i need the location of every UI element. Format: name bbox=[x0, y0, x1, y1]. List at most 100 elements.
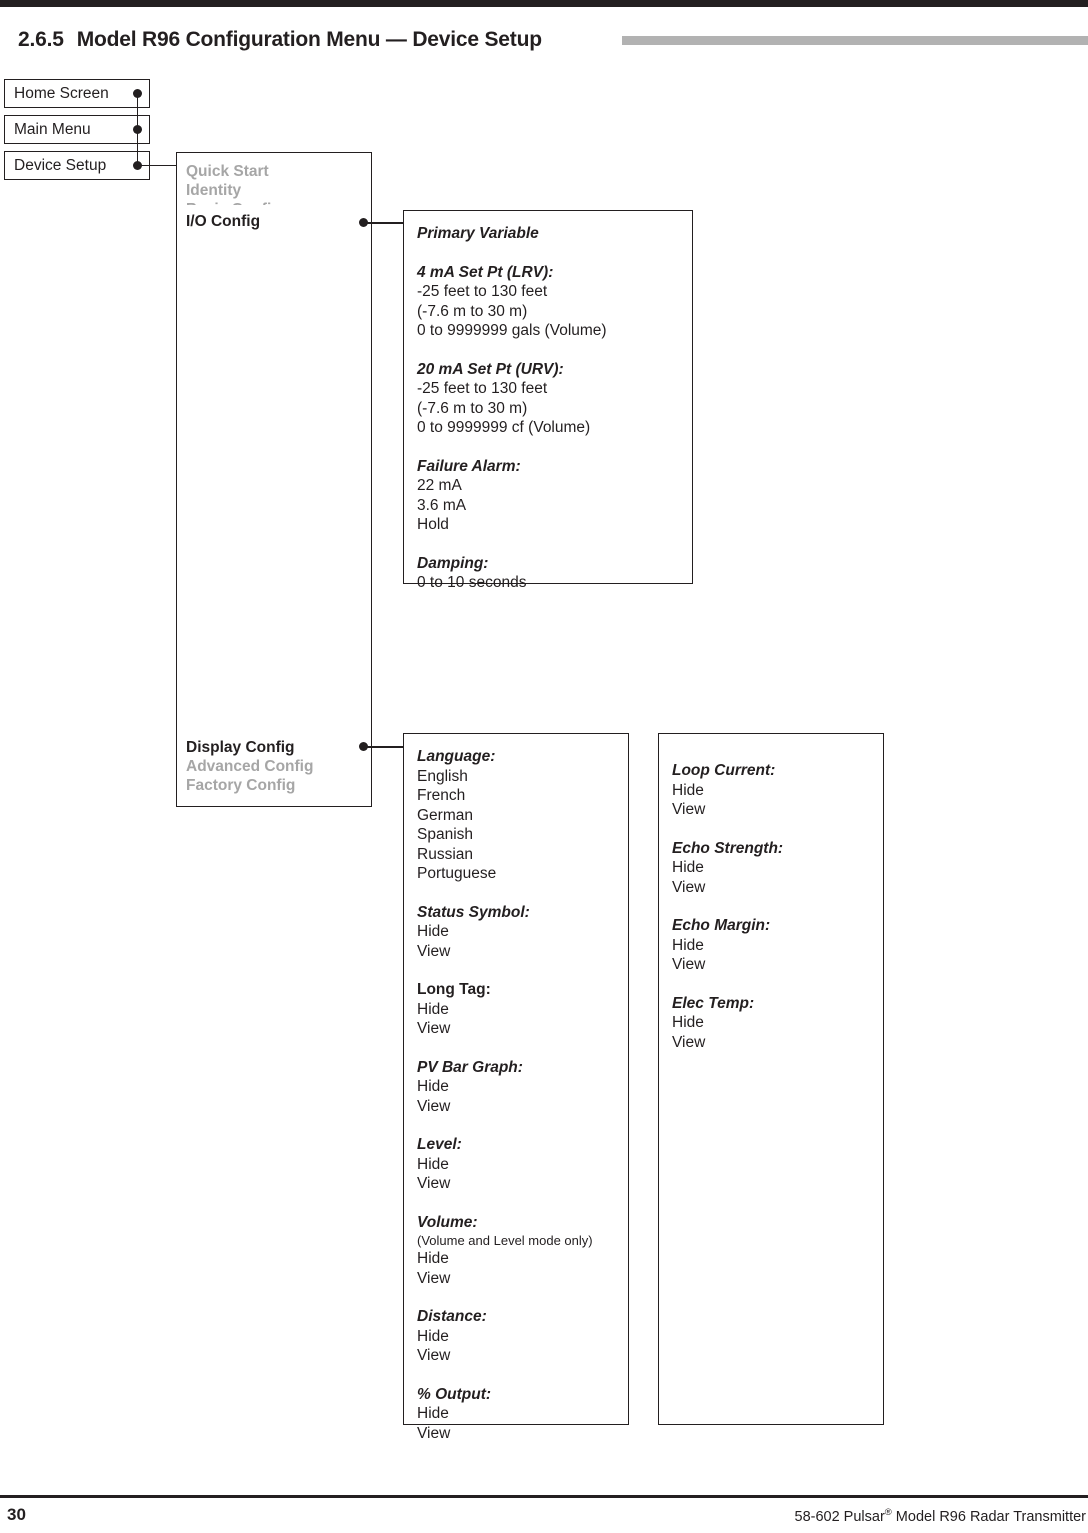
elec-temp-heading: Elec Temp: bbox=[672, 994, 755, 1012]
level-option[interactable]: View bbox=[417, 1174, 628, 1194]
footer-text-before: 58-602 Pulsar bbox=[794, 1508, 885, 1525]
distance-heading: Distance: bbox=[417, 1308, 487, 1325]
page-title: 2.6.5 Model R96 Configuration Menu — Dev… bbox=[18, 25, 542, 55]
echo-strength-option[interactable]: View bbox=[672, 878, 883, 898]
menu-item-io-config[interactable]: I/O Config bbox=[186, 212, 371, 231]
failure-alarm-value: Hold bbox=[417, 516, 449, 533]
device-setup-menu-box-lower: I/O Config Display Config Advanced Confi… bbox=[176, 205, 372, 807]
language-option[interactable]: English bbox=[417, 767, 628, 787]
long-tag-heading: Long Tag: bbox=[417, 981, 491, 998]
language-option[interactable]: French bbox=[417, 786, 628, 806]
device-setup-menu-box-upper: Quick Start Identity Basic Config bbox=[176, 152, 372, 218]
page-top-rule bbox=[0, 0, 1088, 7]
menu-item-identity[interactable]: Identity bbox=[186, 181, 371, 200]
pv-bar-graph-option[interactable]: Hide bbox=[417, 1077, 628, 1097]
footer-text-after: Model R96 Radar Transmitter bbox=[891, 1508, 1086, 1525]
urv-heading: 20 mA Set Pt (URV): bbox=[417, 360, 564, 378]
pv-bar-graph-heading: PV Bar Graph: bbox=[417, 1058, 523, 1076]
nav-box-main-menu[interactable]: Main Menu bbox=[4, 115, 150, 144]
loop-current-option[interactable]: Hide bbox=[672, 781, 883, 801]
status-symbol-heading: Status Symbol: bbox=[417, 903, 530, 921]
nav-box-home-screen-label: Home Screen bbox=[14, 84, 109, 102]
volume-option[interactable]: Hide bbox=[417, 1249, 628, 1269]
display-config-right-box: Loop Current: Hide View Echo Strength: H… bbox=[658, 733, 884, 1425]
menu-item-advanced-config[interactable]: Advanced Config bbox=[186, 757, 313, 776]
section-title: Model R96 Configuration Menu — Device Se… bbox=[76, 28, 542, 51]
lrv-heading: 4 mA Set Pt (LRV): bbox=[417, 263, 554, 281]
lrv-value: (-7.6 m to 30 m) bbox=[417, 302, 528, 320]
level-option[interactable]: Hide bbox=[417, 1155, 628, 1175]
nav-spine-line bbox=[136, 93, 139, 165]
lrv-value: -25 feet to 130 feet bbox=[417, 283, 548, 300]
footer-rule bbox=[0, 1495, 1088, 1498]
menu-item-quick-start[interactable]: Quick Start bbox=[186, 162, 371, 181]
urv-value: 0 to 9999999 cf (Volume) bbox=[417, 419, 591, 436]
status-symbol-option[interactable]: View bbox=[417, 942, 628, 962]
distance-option[interactable]: Hide bbox=[417, 1327, 628, 1347]
echo-margin-heading: Echo Margin: bbox=[672, 917, 771, 934]
volume-note: (Volume and Level mode only) bbox=[417, 1233, 593, 1248]
nav-box-home-screen[interactable]: Home Screen bbox=[4, 79, 150, 108]
io-config-connector-line bbox=[367, 222, 404, 224]
display-config-left-box: Language: English French German Spanish … bbox=[403, 733, 629, 1442]
display-config-connector-line bbox=[367, 746, 404, 748]
urv-value: -25 feet to 130 feet bbox=[417, 380, 548, 397]
long-tag-option[interactable]: View bbox=[417, 1019, 628, 1039]
nav-box-main-menu-label: Main Menu bbox=[14, 120, 91, 138]
loop-current-heading: Loop Current: bbox=[672, 762, 776, 779]
echo-strength-option[interactable]: Hide bbox=[672, 858, 883, 878]
volume-option[interactable]: View bbox=[417, 1269, 628, 1289]
language-heading: Language: bbox=[417, 748, 496, 765]
lrv-value: 0 to 9999999 gals (Volume) bbox=[417, 322, 607, 339]
nav-box-device-setup-label: Device Setup bbox=[14, 156, 107, 174]
echo-margin-option[interactable]: Hide bbox=[672, 936, 883, 956]
footer-document-title: 58-602 Pulsar® Model R96 Radar Transmitt… bbox=[795, 1507, 1087, 1525]
elec-temp-option[interactable]: View bbox=[672, 1033, 883, 1053]
failure-alarm-value: 22 mA bbox=[417, 477, 462, 494]
elec-temp-option[interactable]: Hide bbox=[672, 1013, 883, 1033]
damping-heading: Damping: bbox=[417, 554, 489, 572]
primary-variable-box: Primary Variable 4 mA Set Pt (LRV): -25 … bbox=[403, 210, 693, 591]
percent-output-option[interactable]: View bbox=[417, 1424, 628, 1444]
loop-current-option[interactable]: View bbox=[672, 800, 883, 820]
status-symbol-option[interactable]: Hide bbox=[417, 922, 628, 942]
urv-value: (-7.6 m to 30 m) bbox=[417, 399, 528, 417]
page-number: 30 bbox=[7, 1505, 26, 1524]
language-option[interactable]: German bbox=[417, 806, 628, 826]
pv-bar-graph-option[interactable]: View bbox=[417, 1097, 628, 1117]
percent-output-option[interactable]: Hide bbox=[417, 1404, 628, 1424]
failure-alarm-value: 3.6 mA bbox=[417, 496, 467, 514]
level-heading: Level: bbox=[417, 1136, 462, 1153]
distance-option[interactable]: View bbox=[417, 1346, 628, 1366]
section-number: 2.6.5 bbox=[18, 28, 64, 51]
language-option[interactable]: Portuguese bbox=[417, 864, 628, 884]
echo-margin-option[interactable]: View bbox=[672, 955, 883, 975]
device-setup-to-menu-line bbox=[141, 164, 177, 167]
language-option[interactable]: Russian bbox=[417, 845, 628, 865]
primary-variable-title: Primary Variable bbox=[417, 225, 539, 242]
percent-output-heading: % Output: bbox=[417, 1385, 492, 1403]
long-tag-option[interactable]: Hide bbox=[417, 1000, 628, 1020]
menu-item-factory-config[interactable]: Factory Config bbox=[186, 776, 313, 795]
menu-item-display-config[interactable]: Display Config bbox=[186, 738, 313, 757]
heading-rule bbox=[622, 36, 1088, 45]
language-option[interactable]: Spanish bbox=[417, 825, 628, 845]
failure-alarm-heading: Failure Alarm: bbox=[417, 457, 521, 475]
nav-box-device-setup[interactable]: Device Setup bbox=[4, 151, 150, 180]
registered-mark: ® bbox=[884, 1507, 892, 1518]
echo-strength-heading: Echo Strength: bbox=[672, 839, 784, 857]
